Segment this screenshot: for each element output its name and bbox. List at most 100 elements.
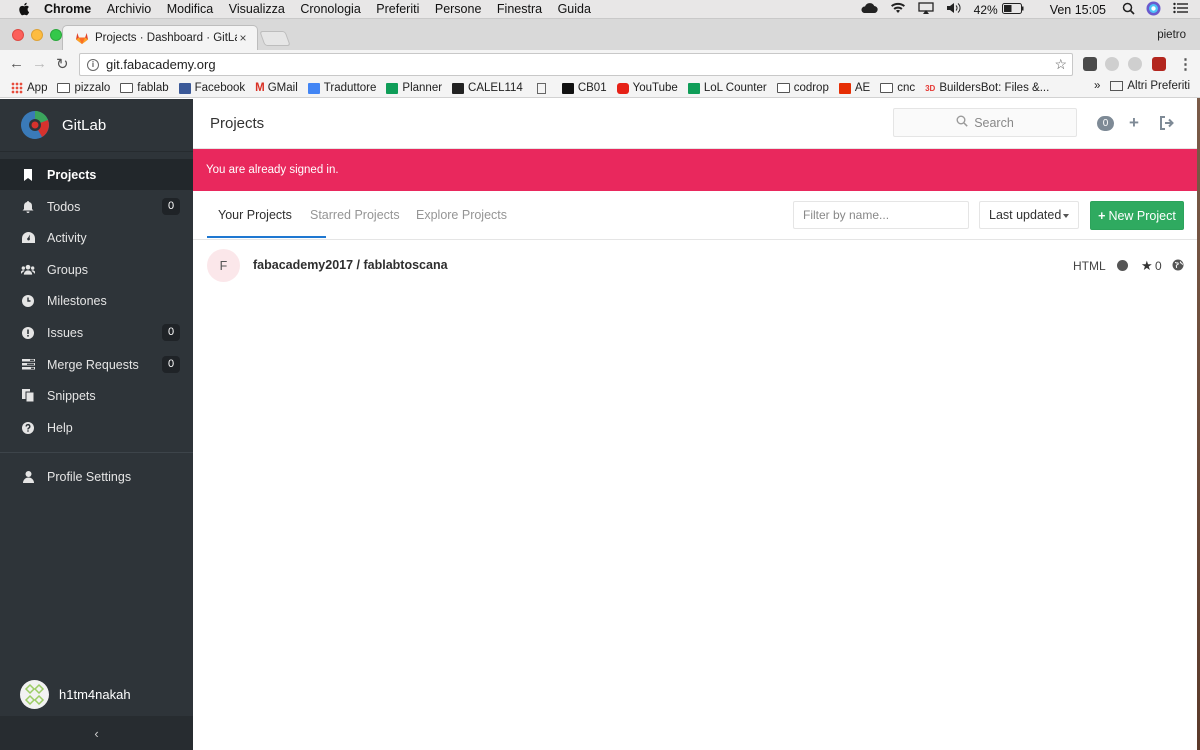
volume-icon[interactable]	[946, 2, 962, 17]
sidebar-header[interactable]: GitLab	[0, 99, 193, 152]
folder-icon	[776, 83, 790, 93]
apple-icon[interactable]	[17, 2, 33, 16]
other-bookmarks[interactable]: » Altri Preferiti	[1094, 80, 1190, 92]
bookmark-cb01[interactable]: CB01	[561, 82, 607, 94]
tab-starred-projects[interactable]: Starred Projects	[310, 208, 400, 222]
clock[interactable]: Ven 15:05	[1050, 3, 1106, 17]
sidebar-item-label: Milestones	[47, 293, 107, 308]
bookmark-ae[interactable]: AE	[838, 82, 870, 94]
folder-icon	[120, 83, 134, 93]
brand-name: GitLab	[62, 116, 107, 134]
menu-archivio[interactable]: Archivio	[107, 2, 151, 16]
browser-menu-icon[interactable]: ⋮	[1178, 55, 1193, 73]
sidebar-item-help[interactable]: Help	[0, 412, 193, 443]
username: h1tm4nakah	[59, 687, 131, 702]
bookmark-traduttore[interactable]: Traduttore	[307, 82, 376, 94]
menu-modifica[interactable]: Modifica	[167, 2, 214, 16]
airplay-icon[interactable]	[918, 2, 934, 17]
bookmark-star-icon[interactable]: ☆	[1054, 56, 1067, 73]
bookmarks-overflow-icon[interactable]: »	[1094, 80, 1100, 92]
extension-evernote-icon[interactable]	[1083, 57, 1097, 71]
sidebar-item-todos[interactable]: Todos 0	[0, 191, 193, 222]
zoom-window-icon[interactable]	[50, 29, 62, 41]
back-arrow-icon[interactable]: ←	[9, 55, 24, 72]
dashboard-icon	[21, 231, 35, 245]
menu-persone[interactable]: Persone	[435, 2, 482, 16]
notifications-icon[interactable]	[1173, 2, 1188, 17]
tab-your-projects[interactable]: Your Projects	[218, 208, 292, 222]
search-input[interactable]: Search	[893, 108, 1077, 137]
sidebar-item-snippets[interactable]: Snippets	[0, 380, 193, 411]
plus-icon[interactable]: +	[1129, 113, 1139, 133]
bookmark-apps[interactable]: App	[11, 82, 47, 94]
menu-cronologia[interactable]: Cronologia	[300, 2, 360, 16]
sidebar-item-merge-requests[interactable]: Merge Requests 0	[0, 349, 193, 380]
bookmark-facebook[interactable]: Facebook	[178, 82, 245, 94]
sheets-icon	[687, 82, 700, 94]
sidebar-item-groups[interactable]: Groups	[0, 254, 193, 285]
bookmark-cnc[interactable]: cnc	[880, 82, 915, 94]
sidebar-item-activity[interactable]: Activity	[0, 222, 193, 253]
new-project-button[interactable]: + New Project	[1090, 201, 1184, 230]
browser-tab[interactable]: Projects · Dashboard · GitLab ×	[62, 25, 258, 50]
sign-out-icon[interactable]	[1159, 115, 1175, 131]
bookmark-buildersbot[interactable]: 3D BuildersBot: Files &...	[925, 82, 1049, 94]
site-info-icon[interactable]: i	[87, 58, 99, 71]
extension-grey-icon[interactable]	[1128, 57, 1142, 71]
page-icon	[536, 82, 546, 94]
menu-preferiti[interactable]: Preferiti	[376, 2, 419, 16]
cloud-icon[interactable]	[860, 2, 878, 17]
filter-input[interactable]: Filter by name...	[793, 201, 969, 229]
minimize-window-icon[interactable]	[31, 29, 43, 41]
collapse-sidebar-button[interactable]: ‹	[0, 716, 193, 750]
sort-label: Last updated	[989, 208, 1062, 222]
sidebar-item-profile-settings[interactable]: Profile Settings	[0, 461, 193, 492]
extension-ghost-icon[interactable]	[1105, 57, 1119, 71]
issues-count-badge: 0	[162, 324, 180, 341]
bookmark-youtube[interactable]: YouTube	[616, 82, 678, 94]
bookmark-blank-page[interactable]	[533, 82, 552, 94]
sort-dropdown[interactable]: Last updated	[979, 201, 1079, 229]
bookmark-calel114[interactable]: CALEL114	[452, 82, 523, 94]
bookmark-pizzalo[interactable]: pizzalo	[57, 82, 110, 94]
project-avatar[interactable]: F	[207, 249, 240, 282]
bookmark-lol-counter[interactable]: LoL Counter	[687, 82, 767, 94]
aliexpress-icon	[838, 82, 851, 94]
cb01-icon	[561, 82, 574, 94]
browser-profile-name[interactable]: pietro	[1157, 29, 1186, 41]
folder-icon	[1110, 81, 1124, 91]
extension-ublock-icon[interactable]	[1152, 57, 1166, 71]
todos-badge[interactable]: 0	[1097, 116, 1114, 131]
project-star-count: 0	[1155, 259, 1162, 273]
pipeline-status-icon[interactable]	[1117, 260, 1128, 271]
menu-guida[interactable]: Guida	[558, 2, 591, 16]
menu-finestra[interactable]: Finestra	[497, 2, 542, 16]
sidebar-item-projects[interactable]: Projects	[0, 159, 193, 190]
avatar[interactable]	[20, 680, 49, 709]
close-window-icon[interactable]	[12, 29, 24, 41]
bookmark-fablab[interactable]: fablab	[120, 82, 169, 94]
project-name-link[interactable]: fabacademy2017 / fablabtoscana	[253, 258, 448, 272]
reload-icon[interactable]: ↻	[56, 55, 69, 73]
address-bar[interactable]: i git.fabacademy.org ☆	[79, 53, 1073, 76]
bookmark-planner[interactable]: Planner	[386, 82, 442, 94]
menu-visualizza[interactable]: Visualizza	[229, 2, 285, 16]
forward-arrow-icon[interactable]: →	[32, 55, 47, 72]
battery-icon[interactable]	[1001, 2, 1024, 17]
sidebar-item-milestones[interactable]: Milestones	[0, 285, 193, 316]
sidebar-user[interactable]: h1tm4nakah	[20, 680, 131, 709]
siri-icon[interactable]	[1146, 1, 1161, 19]
menu-chrome[interactable]: Chrome	[44, 2, 91, 16]
bookmark-gmail[interactable]: M GMail	[255, 82, 298, 94]
bookmark-codrop[interactable]: codrop	[776, 82, 829, 94]
search-icon[interactable]	[1122, 2, 1135, 18]
bell-icon	[21, 200, 35, 214]
wifi-icon[interactable]	[890, 2, 906, 17]
sidebar-item-issues[interactable]: Issues 0	[0, 317, 193, 348]
new-tab-button[interactable]	[259, 31, 291, 46]
tab-close-icon[interactable]: ×	[237, 31, 249, 45]
tab-explore-projects[interactable]: Explore Projects	[416, 208, 507, 222]
project-language: HTML	[1073, 259, 1106, 273]
url-text[interactable]: git.fabacademy.org	[106, 57, 216, 72]
merge-requests-count-badge: 0	[162, 356, 180, 373]
